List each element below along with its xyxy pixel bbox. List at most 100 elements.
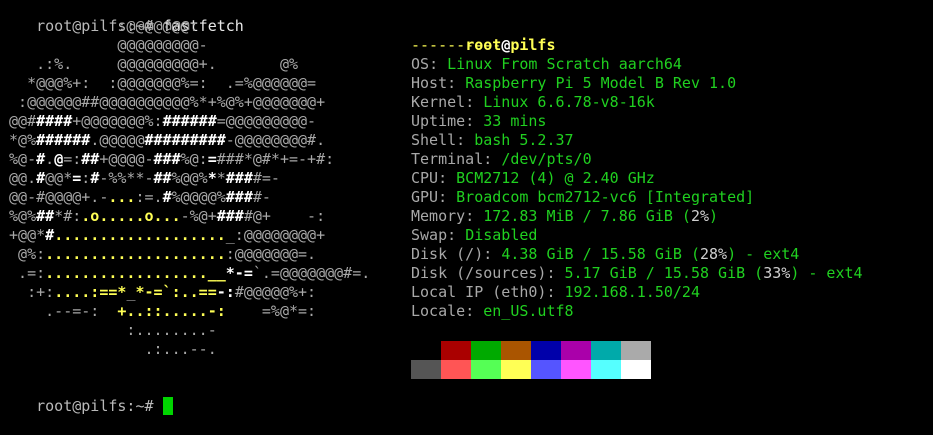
logo-segment: *-= [225,264,253,282]
color-swatch [441,360,471,379]
logo-segment: # [45,226,55,244]
palette-row-bright [411,360,651,379]
color-swatch [591,360,621,379]
logo-segment: @@* [45,169,73,187]
logo-segment: ## [81,150,100,168]
command-line: root@pilfs:~# fastfetch [0,0,244,35]
logo-segment: *-=`:..== [135,283,217,301]
info-key: Memory [411,207,466,225]
logo-segment: # [162,188,172,206]
info-separator: ---------- [411,36,502,54]
info-key: Disk (/sources) [411,264,547,282]
logo-segment: %@@@@% [171,188,226,206]
info-row: Disk (/): 4.38 GiB / 15.58 GiB (28%) - e… [411,245,800,263]
info-value: en_US.utf8 [483,302,574,320]
usage-percent: 33% [763,264,791,282]
info-key: Disk (/) [411,245,484,263]
logo-segment: #@+ -: [243,207,326,225]
logo-segment: @%: [0,245,46,263]
info-row: Shell: bash 5.2.37 [411,131,574,149]
logo-segment: +..::.....-: [117,302,226,320]
logo-row: *@@@%+: :@@@@@@@%=: .=%@@@@@@= [0,74,370,93]
logo-segment: #- [252,188,271,206]
logo-row: .--=-: +..::.....-: =%@*=: [0,302,370,321]
info-key: Terminal [411,150,484,168]
logo-segment: ###### [162,112,217,130]
logo-segment: ..................__ [45,264,226,282]
info-value: Linux 6.6.78-v8-16k [483,93,655,111]
logo-segment: @@@@@@@@@- [0,36,208,54]
logo-row: :........- [0,321,370,340]
logo-row: @@@@@@@@@- [0,36,370,55]
logo-segment: ### [225,169,253,187]
logo-segment: ###*@#*+=-+#: [216,150,335,168]
logo-segment: .--=-: [0,302,118,320]
logo-segment: @@-#@@@@+.- [0,188,109,206]
logo-segment: # [36,150,46,168]
info-key: Uptime [411,112,466,130]
logo-segment: ### [216,207,244,225]
info-row: Swap: Disabled [411,226,538,244]
color-swatch [621,360,651,379]
logo-segment: +@@@@- [99,150,154,168]
logo-segment: *@@@%+: :@@@@@@@%=: .=%@@@@@@= [0,74,317,92]
info-row: Host: Raspberry Pi 5 Model B Rev 1.0 [411,74,737,92]
logo-row: @@.#@@*=:#-%%**-##%@@%**####=- [0,169,370,188]
logo-segment: *@% [0,131,37,149]
info-value: 4.38 GiB / 15.58 GiB [501,245,682,263]
color-swatch [411,360,441,379]
title-host: pilfs [510,36,556,54]
usage-percent: 28% [700,245,728,263]
info-key: Kernel [411,93,466,111]
logo-segment: ... [108,188,136,206]
system-info-panel: root@pilfs ---------- OS: Linux From Scr… [411,17,863,321]
logo-segment: * [216,169,226,187]
filesystem-type: - ext4 [736,245,800,263]
logo-segment: @@# [0,112,37,130]
info-key: Host [411,74,448,92]
final-prompt-line[interactable]: root@pilfs:~# [0,378,173,415]
info-key: CPU [411,169,439,187]
logo-segment: :........- [0,321,217,339]
logo-segment: = [207,150,217,168]
info-row: Uptime: 33 mins [411,112,547,130]
info-value: 172.83 MiB / 7.86 GiB [483,207,673,225]
logo-segment: # [36,169,46,187]
logo-row: +@@*#..................._:@@@@@@@@+ [0,226,370,245]
logo-segment: -%@+ [180,207,217,225]
logo-segment: ....:==* [54,283,127,301]
info-value: Raspberry Pi 5 Model B Rev 1.0 [465,74,737,92]
color-swatch [501,341,531,360]
logo-segment: .:%. @@@@@@@@@+. @% [0,55,299,73]
logo-segment: ######### [144,131,226,149]
text-cursor [162,397,173,415]
logo-segment: # [90,169,100,187]
info-row: Terminal: /dev/pts/0 [411,150,592,168]
logo-segment: +@@@@@@@%: [72,112,163,130]
info-row: OS: Linux From Scratch aarch64 [411,55,682,73]
logo-row: *@%######.@@@@@#########-@@@@@@@@#. [0,131,370,150]
info-key: Shell [411,131,457,149]
info-value: Broadcom bcm2712-vc6 [Integrated] [456,188,755,206]
info-key: Swap [411,226,448,244]
logo-segment: .:...--. [0,340,217,358]
info-value: bash 5.2.37 [474,131,574,149]
info-row: CPU: BCM2712 (4) @ 2.40 GHz [411,169,655,187]
logo-row: .:...--. [0,340,370,359]
logo-segment: _:@@@@@@@@+ [225,226,326,244]
logo-row: @@#####+@@@@@@@%:######=@@@@@@@@@- [0,112,370,131]
logo-segment: : [81,169,91,187]
logo-segment: @@. [0,169,37,187]
logo-segment: #### [36,112,73,130]
color-swatch [531,360,561,379]
logo-segment: @ [54,150,64,168]
terminal-window[interactable]: root@pilfs:~# fastfetch :@@@@@@@: @@@@@@… [0,0,933,415]
color-swatch [531,341,561,360]
filesystem-type: - ext4 [799,264,863,282]
info-row: Memory: 172.83 MiB / 7.86 GiB (2%) [411,207,719,225]
logo-segment: %@: [180,150,208,168]
logo-segment: ###### [36,131,91,149]
palette-row-normal [411,341,651,360]
logo-segment: =%@*=: [225,302,317,320]
logo-segment: ## [36,207,55,225]
